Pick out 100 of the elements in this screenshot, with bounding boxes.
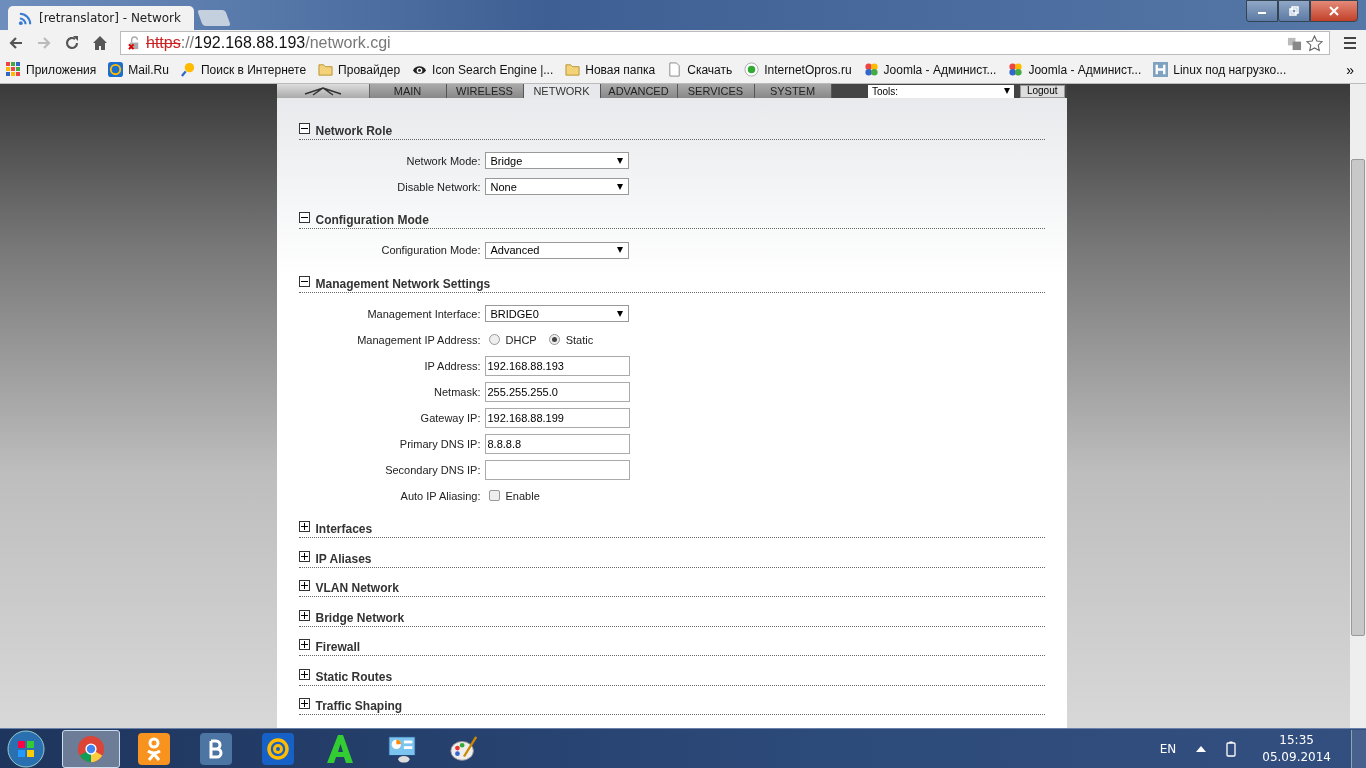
section-title: Management Network Settings — [315, 276, 491, 291]
dropdown-arrow-icon — [616, 183, 623, 190]
nav-tab[interactable]: NETWORK — [523, 84, 601, 98]
dropdown[interactable]: None — [484, 178, 629, 195]
a-letter-icon — [324, 732, 356, 765]
dropdown-arrow-icon — [616, 247, 623, 253]
reload-icon[interactable] — [64, 35, 80, 51]
bookmark-link[interactable]: InternetOpros.ru — [744, 62, 852, 77]
bookmark-link[interactable]: Новая папка — [565, 62, 656, 77]
section-title: Firewall — [315, 640, 361, 654]
show-desktop-button[interactable] — [1351, 729, 1366, 768]
section-header[interactable]: Management Network Settings — [298, 263, 1045, 293]
field-label: Auto IP Aliasing: — [399, 489, 482, 502]
field-label: Network Mode: — [405, 154, 482, 167]
close-button[interactable] — [1310, 0, 1358, 22]
dropdown[interactable]: Bridge — [484, 152, 629, 169]
checkbox-label: Enable — [505, 489, 540, 502]
vk-logo-icon — [200, 732, 232, 765]
chrome-logo-icon — [76, 733, 106, 764]
nav-tab[interactable]: MAIN — [369, 84, 447, 98]
new-tab-button[interactable] — [197, 10, 231, 26]
flower-icon — [863, 62, 879, 77]
battery-icon[interactable] — [1226, 740, 1237, 757]
tools-dropdown[interactable]: Tools: — [867, 84, 1014, 98]
radio-button[interactable] — [488, 334, 500, 345]
bookmark-link[interactable]: Приложения — [6, 62, 97, 77]
nav-tab[interactable]: SYSTEM — [754, 84, 832, 98]
folder-icon — [565, 62, 581, 77]
address-bar[interactable]: https://192.168.88.193/network.cgi — [120, 31, 1330, 55]
browser-tab[interactable]: [retranslator] - Network — [8, 6, 194, 30]
radio-button[interactable] — [548, 334, 560, 345]
translate-icon[interactable] — [1287, 35, 1302, 51]
text-field[interactable]: 192.168.88.193 — [484, 355, 630, 376]
section-header[interactable]: Static Routes — [298, 656, 1045, 686]
logout-button[interactable]: Logout — [1019, 84, 1065, 98]
clock-date[interactable]: 05.09.2014 — [1262, 748, 1331, 766]
section-header[interactable]: IP Aliases — [298, 538, 1045, 568]
field-label: Management Interface: — [366, 307, 482, 320]
section-header[interactable]: Traffic Shaping — [298, 685, 1045, 715]
control-panel-icon — [387, 733, 417, 764]
language-indicator[interactable]: EN — [1159, 741, 1177, 756]
back-icon[interactable] — [8, 35, 24, 51]
text-field[interactable]: 8.8.8.8 — [484, 433, 630, 454]
bookmark-link[interactable]: Mail.Ru — [108, 62, 169, 77]
caret-up-icon[interactable] — [1196, 745, 1207, 752]
maximize-button[interactable] — [1278, 0, 1310, 22]
dropdown[interactable]: BRIDGE0 — [484, 305, 629, 322]
dropdown[interactable]: Advanced — [484, 241, 629, 259]
section-header[interactable]: Configuration Mode — [298, 199, 1045, 229]
page-icon — [667, 62, 683, 77]
ok-logo-icon — [138, 732, 170, 765]
text-field[interactable]: 192.168.88.199 — [484, 407, 630, 428]
restore-icon — [1289, 6, 1299, 16]
grid-icon — [6, 62, 21, 77]
section-header[interactable]: Interfaces — [298, 508, 1045, 538]
section-header[interactable]: Network Role — [298, 110, 1045, 140]
scrollbar-thumb[interactable] — [1351, 159, 1365, 636]
h-letter-icon — [1153, 62, 1169, 77]
text-field[interactable]: 255.255.255.0 — [484, 381, 630, 402]
more-bookmarks-button[interactable]: » — [1346, 61, 1354, 78]
nav-tab[interactable]: SERVICES — [677, 84, 755, 98]
home-icon[interactable] — [92, 35, 108, 51]
bookmark-link[interactable]: Скачать — [667, 62, 733, 77]
antenna-icon — [302, 86, 343, 96]
section-title: VLAN Network — [315, 581, 399, 595]
section-header[interactable]: VLAN Network — [298, 567, 1045, 597]
flower-icon — [1008, 62, 1024, 77]
scrollbar[interactable] — [1350, 84, 1366, 728]
taskbar-app-button[interactable] — [62, 729, 120, 768]
bookmark-link[interactable]: Joomla - Админист... — [1008, 62, 1142, 77]
checkbox[interactable] — [488, 490, 500, 501]
section-title: Configuration Mode — [315, 213, 429, 227]
section-title: Bridge Network — [315, 610, 405, 625]
section-header[interactable]: Bridge Network — [298, 597, 1045, 627]
radio-label: DHCP — [505, 333, 537, 346]
bookmark-link[interactable]: Icon Search Engine |... — [412, 62, 554, 77]
field-label: Configuration Mode: — [380, 244, 482, 256]
section-title: Traffic Shaping — [315, 699, 403, 713]
minimize-button[interactable] — [1246, 0, 1278, 22]
nav-tab[interactable]: ADVANCED — [600, 84, 678, 98]
bookmark-link[interactable]: Linux под нагрузко... — [1153, 62, 1287, 77]
nav-tab[interactable]: WIRELESS — [446, 84, 524, 98]
logo-tab[interactable] — [276, 84, 370, 98]
folder-icon — [318, 62, 334, 77]
field-label: Primary DNS IP: — [398, 437, 482, 450]
dot-icon — [744, 62, 760, 77]
star-icon[interactable] — [1306, 34, 1323, 52]
dropdown-arrow-icon — [616, 310, 623, 317]
section-title: Network Role — [315, 123, 393, 138]
menu-icon[interactable] — [1342, 35, 1358, 51]
field-label: Secondary DNS IP: — [384, 463, 482, 476]
bookmark-link[interactable]: Провайдер — [318, 62, 401, 77]
bookmark-link[interactable]: Поиск в Интернете — [180, 62, 307, 77]
clock-time[interactable]: 15:35 — [1279, 731, 1314, 749]
text-field[interactable] — [484, 459, 630, 480]
bookmark-link[interactable]: Joomla - Админист... — [863, 62, 997, 77]
start-button[interactable] — [6, 728, 46, 768]
palette-icon — [449, 733, 479, 764]
dropdown-arrow-icon — [1003, 88, 1010, 94]
section-header[interactable]: Firewall — [298, 626, 1045, 656]
